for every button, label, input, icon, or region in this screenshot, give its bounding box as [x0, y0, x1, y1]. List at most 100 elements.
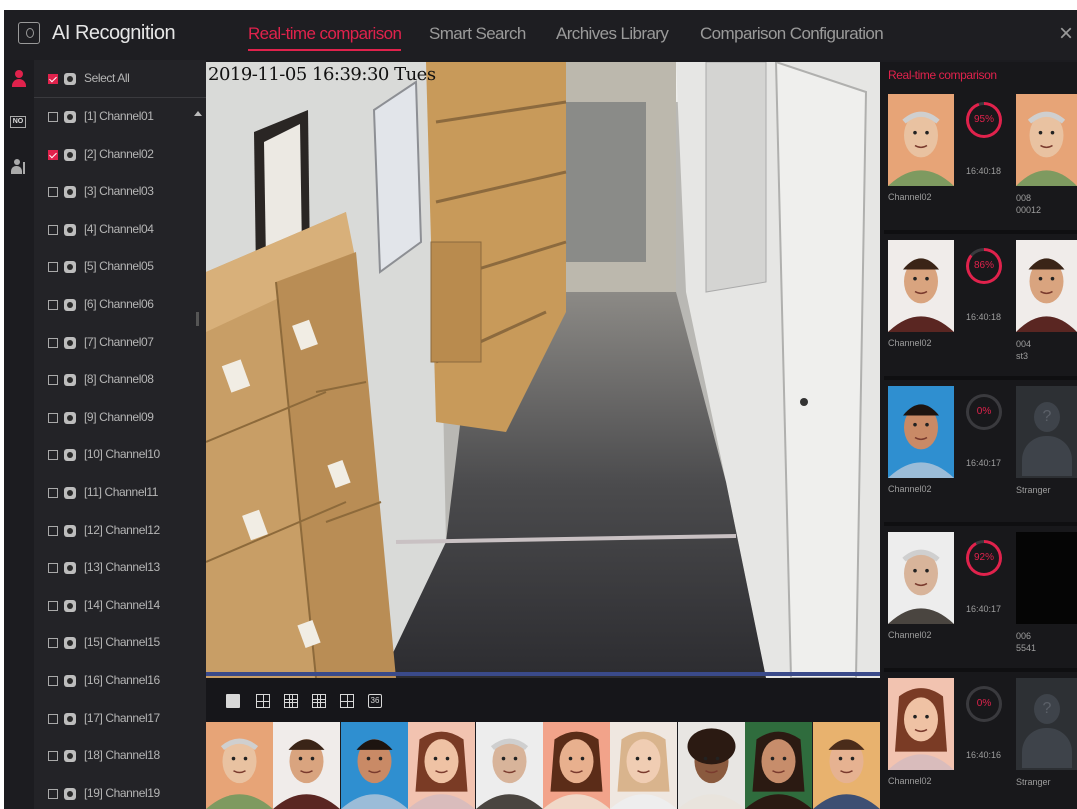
layout-1-button[interactable]	[226, 694, 240, 708]
channel-checkbox[interactable]	[48, 337, 58, 348]
camera-icon	[64, 449, 76, 462]
channel-checkbox[interactable]	[48, 488, 58, 498]
similarity-ring: 86%	[966, 248, 1002, 284]
channel-checkbox[interactable]	[48, 112, 58, 122]
channel-checkbox[interactable]	[48, 262, 58, 273]
captured-face-image	[888, 386, 954, 478]
channel-row[interactable]: [8] Channel08	[34, 361, 199, 399]
channel-checkbox[interactable]	[48, 412, 58, 423]
match-card[interactable]: 0% 16:40:17? Channel02 Stranger	[884, 386, 1077, 526]
no-entry-icon[interactable]: NO	[10, 116, 26, 128]
match-time: 16:40:17	[966, 604, 1002, 614]
channel-checkbox[interactable]	[48, 149, 58, 160]
channel-row[interactable]: [6] Channel06	[34, 286, 199, 324]
layout-4-button[interactable]	[256, 694, 270, 708]
channel-row[interactable]: [18] Channel18	[34, 737, 199, 775]
channel-checkbox[interactable]	[48, 563, 58, 574]
live-video-view[interactable]: 2019-11-05 16:39:30 Tues	[206, 62, 880, 678]
channel-row[interactable]: [19] Channel19	[34, 775, 199, 809]
channel-label: [10] Channel10	[84, 447, 160, 462]
match-id-line1: 008	[1016, 193, 1032, 203]
channel-checkbox[interactable]	[48, 224, 58, 235]
person-count-icon[interactable]	[10, 158, 28, 176]
match-card[interactable]: 92% 16:40:17 Channel02 006 5541	[884, 532, 1077, 672]
layout-16-button[interactable]	[312, 694, 326, 708]
match-identity: 006 5541	[1016, 630, 1036, 654]
captured-face-thumbnail[interactable]	[610, 722, 678, 809]
channel-checkbox[interactable]	[48, 751, 58, 762]
select-all-checkbox[interactable]	[48, 74, 58, 84]
match-id-line2: st3	[1016, 351, 1029, 361]
library-face-image	[1016, 532, 1077, 624]
tab-archives-library[interactable]: Archives Library	[556, 24, 669, 44]
channel-checkbox[interactable]	[48, 375, 58, 386]
channel-checkbox[interactable]	[48, 788, 58, 799]
channel-checkbox[interactable]	[48, 525, 58, 536]
captured-face-image	[888, 532, 954, 624]
captured-face-thumbnail[interactable]	[745, 722, 813, 809]
channel-label: [9] Channel09	[84, 409, 154, 424]
tab-comparison-configuration[interactable]: Comparison Configuration	[700, 24, 884, 44]
match-id-line2: 5541	[1016, 643, 1037, 653]
scrollbar-thumb[interactable]	[196, 312, 199, 326]
face-recognition-icon[interactable]	[10, 70, 28, 88]
channel-row[interactable]: [9] Channel09	[34, 399, 199, 437]
channel-label: [15] Channel15	[84, 635, 160, 650]
channel-row[interactable]: [7] Channel07	[34, 324, 199, 362]
match-identity: Stranger	[1016, 484, 1051, 496]
channel-label: [12] Channel12	[84, 522, 160, 537]
channel-checkbox[interactable]	[48, 300, 58, 310]
layout-toolbar: 36	[206, 678, 880, 722]
captured-face-thumbnail[interactable]	[812, 722, 880, 809]
camera-icon	[64, 374, 76, 387]
channel-label: [17] Channel17	[84, 710, 160, 725]
channel-row[interactable]: [10] Channel10	[34, 436, 199, 474]
channel-row[interactable]: [3] Channel03	[34, 173, 199, 211]
channel-checkbox[interactable]	[48, 713, 58, 724]
channel-row[interactable]: [1] Channel01	[34, 98, 199, 136]
match-id-line2: 00012	[1016, 205, 1042, 215]
tab-smart-search[interactable]: Smart Search	[429, 24, 526, 44]
channel-row[interactable]: [13] Channel13	[34, 549, 199, 587]
channel-row[interactable]: [12] Channel12	[34, 512, 199, 550]
channel-checkbox[interactable]	[48, 600, 58, 611]
camera-icon	[64, 637, 76, 650]
tab-real-time-comparison[interactable]: Real-time comparison	[248, 24, 402, 51]
select-all-row[interactable]: Select All	[34, 60, 206, 98]
match-card[interactable]: 95% 16:40:18 Channel02 008 00012	[884, 94, 1077, 234]
channel-checkbox[interactable]	[48, 450, 58, 461]
captured-face-thumbnail[interactable]	[273, 722, 341, 809]
match-card[interactable]: 0% 16:40:16? Channel02 Stranger	[884, 678, 1077, 809]
captured-face-thumbnail[interactable]	[408, 722, 476, 809]
similarity-ring: 95%	[966, 102, 1002, 138]
layout-25-button[interactable]	[340, 694, 354, 708]
captured-face-thumbnail[interactable]	[677, 722, 745, 809]
match-card[interactable]: 86% 16:40:18 Channel02 004 st3	[884, 240, 1077, 380]
match-time: 16:40:17	[966, 458, 1002, 468]
channel-label: [7] Channel07	[84, 334, 154, 349]
channel-row[interactable]: [17] Channel17	[34, 700, 199, 738]
close-button[interactable]: ×	[1059, 20, 1073, 48]
match-identity: Stranger	[1016, 776, 1051, 788]
layout-9-button[interactable]	[284, 694, 298, 708]
captured-face-thumbnail[interactable]	[340, 722, 408, 809]
channel-row[interactable]: [11] Channel11	[34, 474, 199, 512]
captured-face-thumbnail[interactable]	[475, 722, 543, 809]
captured-face-thumbnail[interactable]	[206, 722, 273, 809]
channel-row[interactable]: [14] Channel14	[34, 587, 199, 625]
channel-checkbox[interactable]	[48, 638, 58, 649]
captured-face-thumbnail[interactable]	[542, 722, 610, 809]
camera-icon	[64, 750, 76, 763]
scroll-up-arrow-icon[interactable]	[194, 110, 202, 116]
layout-36-button[interactable]: 36	[368, 694, 382, 708]
match-channel: Channel02	[888, 630, 932, 640]
channel-row[interactable]: [5] Channel05	[34, 248, 199, 286]
channel-checkbox[interactable]	[48, 187, 58, 198]
similarity-value: 92%	[969, 543, 999, 573]
channel-row[interactable]: [2] Channel02	[34, 136, 199, 174]
similarity-ring: 0%	[966, 686, 1002, 722]
channel-row[interactable]: [16] Channel16	[34, 662, 199, 700]
channel-row[interactable]: [15] Channel15	[34, 624, 199, 662]
channel-row[interactable]: [4] Channel04	[34, 211, 199, 249]
channel-checkbox[interactable]	[48, 676, 58, 686]
